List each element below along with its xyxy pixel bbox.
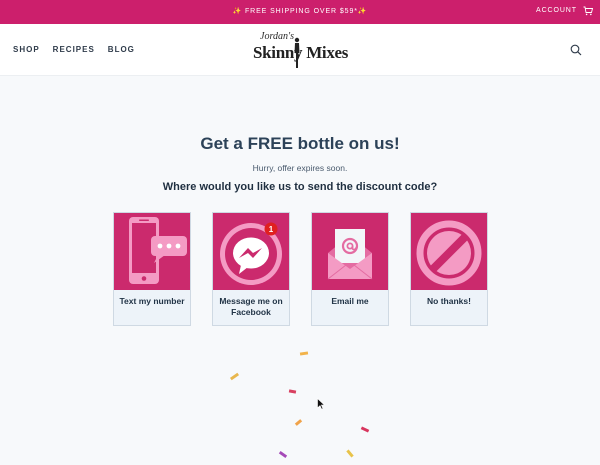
notification-badge: 1 (269, 225, 274, 234)
confetti-piece (294, 419, 303, 426)
nav-blog[interactable]: BLOG (108, 45, 135, 54)
option-art (411, 213, 487, 290)
free-shipping-banner: ✨ FREE SHIPPING OVER $59*✨ (232, 8, 368, 15)
search-icon[interactable] (570, 44, 582, 56)
main-nav: SHOP RECIPES BLOG (13, 45, 135, 54)
popup-title: Get a FREE bottle on us! (200, 134, 400, 153)
confetti-piece (299, 351, 309, 356)
option-art: 1 (213, 213, 289, 290)
option-label: Text my number (119, 296, 185, 306)
site-logo[interactable]: Jordan's Skinny Mixes (250, 28, 354, 72)
confetti-piece (278, 450, 288, 459)
confetti-piece (288, 389, 297, 394)
logo-script: Jordan's (260, 31, 294, 42)
option-art (312, 213, 388, 290)
option-label: No thanks! (427, 296, 471, 306)
site-header: SHOP RECIPES BLOG Jordan's Skinny Mixes (0, 24, 600, 76)
phone-chat-icon (129, 217, 187, 284)
confetti-piece (360, 426, 370, 433)
popup-question: Where would you like us to send the disc… (162, 181, 438, 193)
nav-recipes[interactable]: RECIPES (53, 45, 95, 54)
confetti-piece (229, 372, 240, 381)
messenger-icon: 1 (220, 222, 282, 285)
email-me-button[interactable]: Email me (311, 212, 389, 326)
message-facebook-button[interactable]: 1 Message me on Facebook (212, 212, 290, 326)
text-my-number-button[interactable]: Text my number (113, 212, 191, 326)
account-link[interactable]: ACCOUNT (536, 7, 577, 14)
option-label: Email me (331, 296, 369, 306)
confetti-piece (346, 449, 354, 458)
popup-subtitle: Hurry, offer expires soon. (252, 163, 348, 173)
logo-figure-icon (294, 37, 300, 68)
nav-shop[interactable]: SHOP (13, 45, 40, 54)
no-thanks-button[interactable]: No thanks! (410, 212, 488, 326)
announcement-bar: ✨ FREE SHIPPING OVER $59*✨ ACCOUNT (0, 0, 600, 24)
option-art (114, 213, 190, 290)
cart-icon[interactable] (583, 6, 593, 16)
mouse-cursor-icon (317, 398, 325, 410)
no-icon (416, 220, 482, 286)
option-label: Message me on Facebook (219, 296, 283, 317)
email-icon (327, 229, 373, 280)
